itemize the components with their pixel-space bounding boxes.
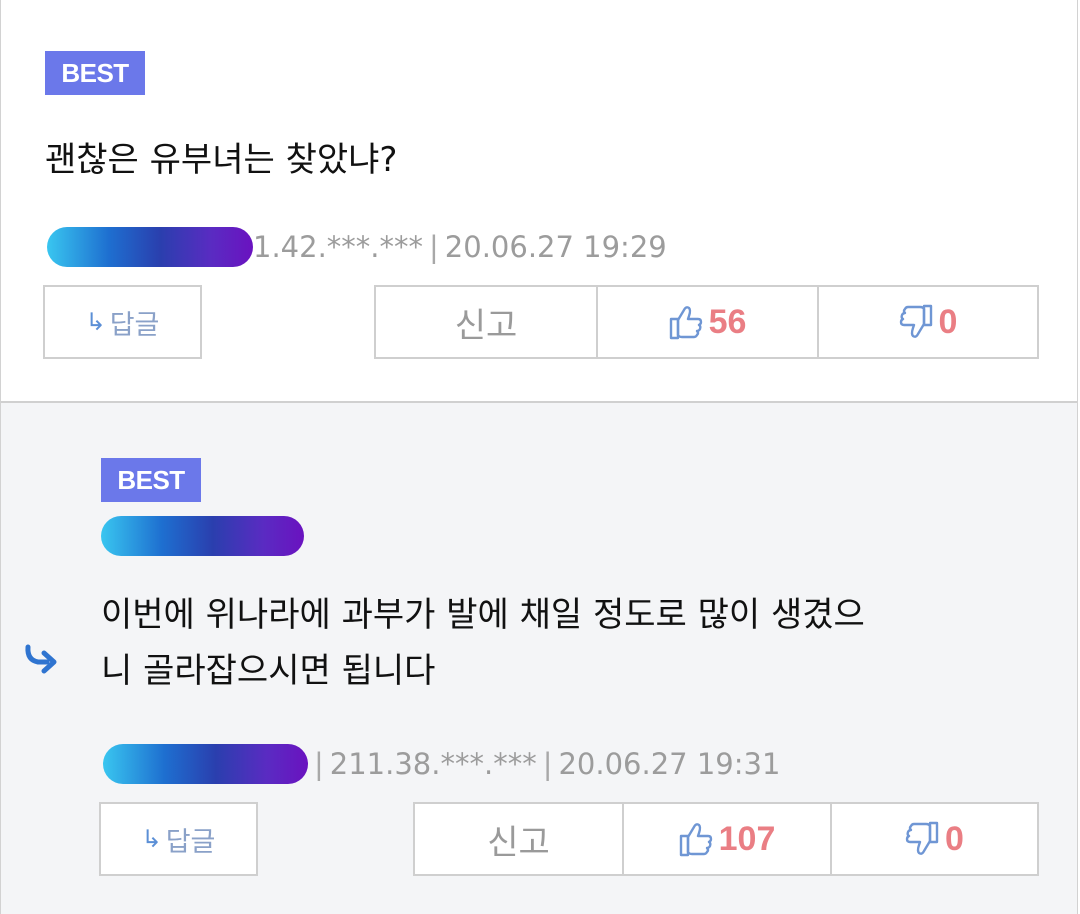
meta-separator: |	[314, 747, 324, 781]
dislike-button[interactable]: 0	[817, 285, 1039, 359]
reply-small-icon: ↳	[141, 825, 162, 853]
reply-small-icon: ↳	[85, 308, 106, 336]
thumbs-down-icon	[899, 304, 933, 340]
reply-arrow-icon	[23, 644, 59, 678]
comment-meta: | 211.38.***.*** | 20.06.27 19:31	[103, 743, 780, 785]
thumbs-down-icon	[905, 821, 939, 857]
dislike-count: 0	[938, 302, 958, 341]
meta-separator: |	[542, 747, 553, 781]
comment-text: 괜찮은 유부녀는 찾았냐?	[45, 132, 397, 188]
reply-button[interactable]: ↳ 답글	[99, 802, 258, 876]
thumbs-up-icon	[669, 304, 703, 340]
reply-label: 답글	[165, 826, 216, 858]
ip-address: 1.42.***.***	[253, 230, 424, 264]
comment-card: BEST 괜찮은 유부녀는 찾았냐? 1.42.***.*** | 20.06.…	[0, 0, 1078, 402]
like-button[interactable]: 107	[622, 802, 832, 876]
report-button[interactable]: 신고	[413, 802, 624, 876]
comment-text-line: 괜찮은 유부녀는 찾았냐?	[45, 140, 398, 180]
meta-separator: |	[429, 230, 439, 264]
dislike-count: 0	[945, 819, 964, 858]
redacted-username	[47, 227, 253, 267]
timestamp: 20.06.27 19:29	[444, 230, 667, 264]
timestamp: 20.06.27 19:31	[558, 747, 781, 781]
thumbs-up-icon	[679, 821, 713, 857]
best-badge: BEST	[101, 458, 201, 502]
comment-text: 이번에 위나라에 과부가 발에 채일 정도로 많이 생겼으 니 골라잡으시면 됩…	[101, 587, 865, 699]
like-count: 107	[718, 819, 776, 858]
ip-address: 211.38.***.***	[329, 747, 537, 781]
reply-button[interactable]: ↳ 답글	[43, 285, 202, 359]
redacted-username	[103, 744, 308, 784]
like-count: 56	[708, 302, 747, 341]
report-button[interactable]: 신고	[374, 285, 598, 359]
report-label: 신고	[454, 305, 518, 346]
best-badge: BEST	[45, 51, 145, 95]
reply-comment-card: BEST 이번에 위나라에 과부가 발에 채일 정도로 많이 생겼으 니 골라잡…	[0, 401, 1078, 914]
reply-label: 답글	[109, 309, 160, 341]
report-label: 신고	[487, 822, 550, 863]
comment-text-line: 이번에 위나라에 과부가 발에 채일 정도로 많이 생겼으	[101, 595, 865, 635]
comment-meta: 1.42.***.*** | 20.06.27 19:29	[47, 226, 667, 268]
comment-text-line: 니 골라잡으시면 됩니다	[101, 651, 436, 691]
like-button[interactable]: 56	[596, 285, 819, 359]
dislike-button[interactable]: 0	[830, 802, 1039, 876]
redacted-username	[101, 516, 304, 556]
